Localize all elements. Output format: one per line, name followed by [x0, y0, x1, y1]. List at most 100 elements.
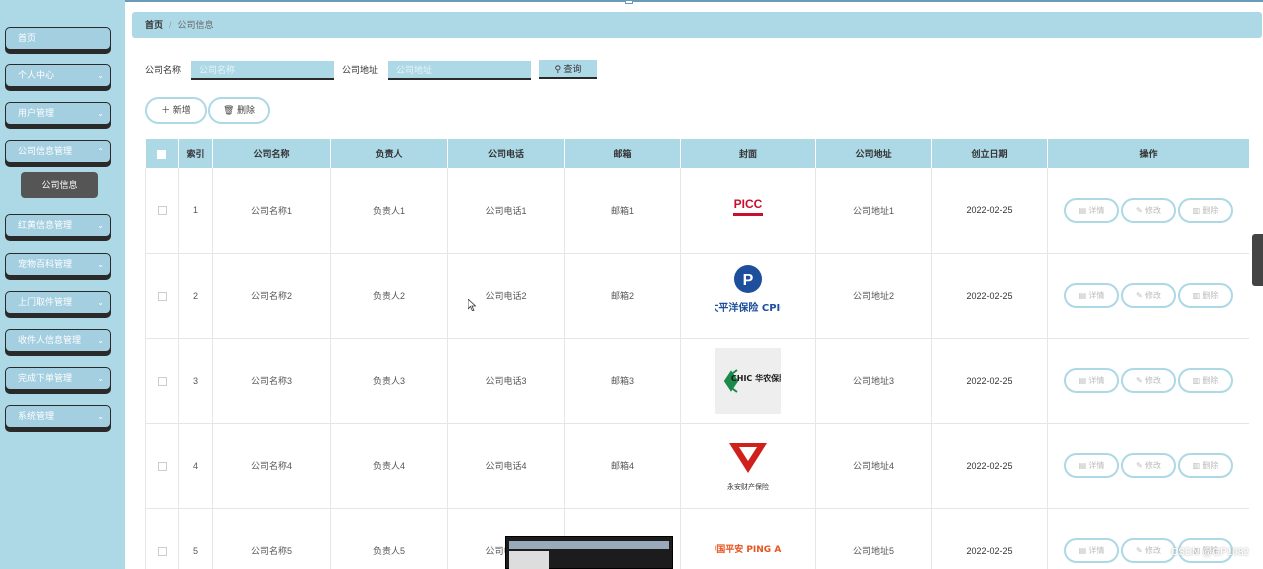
chevron-down-icon: ⌄ — [97, 71, 104, 80]
cell-cover: PICC — [680, 168, 816, 254]
sidebar-item-recipient[interactable]: 收件人信息管理 ⌄ — [5, 329, 111, 352]
detail-label: 详情 — [1088, 376, 1105, 385]
company-name-input[interactable] — [191, 61, 334, 80]
cell-phone: 公司电话3 — [447, 338, 565, 424]
cell-index: 3 — [178, 338, 213, 424]
edit-button[interactable]: ✎ 修改 — [1121, 283, 1176, 308]
cell-email: 邮箱3 — [564, 338, 681, 424]
resize-handle[interactable] — [625, 0, 633, 4]
edit-label: 修改 — [1144, 546, 1161, 555]
cell-manager: 负责人3 — [330, 338, 448, 424]
cell-manager: 负责人4 — [330, 423, 448, 509]
add-button-label: 新增 — [172, 105, 191, 115]
pencil-icon: ✎ — [1136, 205, 1143, 215]
sidebar-item-orders[interactable]: 完成下单管理 ⌄ — [5, 367, 111, 390]
cell-cover: P 太平洋保险 CPIC — [680, 253, 816, 339]
chevron-down-icon: ⌄ — [97, 109, 104, 118]
cell-cover: 中国平安 PING AN — [680, 508, 816, 569]
row-checkbox[interactable] — [157, 461, 167, 471]
cpic-logo: P 太平洋保险 CPIC — [707, 262, 788, 329]
company-address-input[interactable] — [388, 61, 531, 80]
edit-button[interactable]: ✎ 修改 — [1121, 197, 1176, 223]
table-row: 1 公司名称1 负责人1 公司电话1 邮箱1 PICC 公司地址1 2022-0… — [145, 168, 1249, 254]
sidebar-item-label: 个人中心 — [18, 70, 55, 80]
table-row: 3 公司名称3 负责人3 公司电话3 邮箱3 CHIC 华农保险 公司地址3 2… — [145, 338, 1249, 424]
cell-company-name: 公司名称2 — [212, 253, 331, 339]
sidebar-item-pickup[interactable]: 上门取件管理 ⌄ — [5, 291, 111, 314]
cell-phone: 公司电话4 — [447, 423, 565, 509]
edit-button[interactable]: ✎ 修改 — [1121, 453, 1176, 478]
cell-actions: ▤ 详情 ✎ 修改 ▥ 删除 — [1047, 338, 1249, 424]
column-header: 负责人 — [330, 139, 448, 168]
sidebar-item-label: 首页 — [18, 33, 37, 43]
pingan-logo: 中国平安 PING AN — [707, 517, 789, 569]
sidebar-item-company[interactable]: 公司信息管理 ⌃ — [5, 140, 111, 163]
row-select-cell[interactable] — [145, 168, 179, 254]
row-checkbox[interactable] — [157, 206, 167, 216]
detail-button[interactable]: ▤ 详情 — [1064, 197, 1119, 223]
table-row: 2 公司名称2 负责人2 公司电话2 邮箱2 P 太平洋保险 CPIC 公司地址2… — [145, 253, 1249, 339]
trash-icon: ▥ — [1192, 376, 1201, 385]
row-delete-button[interactable]: ▥ 删除 — [1178, 368, 1233, 393]
edit-button[interactable]: ✎ 修改 — [1121, 368, 1176, 393]
cell-actions: ▤ 详情 ✎ 修改 ▥ 删除 — [1047, 253, 1249, 339]
sidebar-item-system[interactable]: 系统管理 ⌄ — [5, 405, 111, 428]
detail-label: 详情 — [1088, 546, 1105, 555]
row-select-cell[interactable] — [145, 423, 179, 509]
cell-index: 2 — [178, 253, 213, 339]
pencil-icon: ✎ — [1136, 461, 1143, 470]
row-select-cell[interactable] — [145, 338, 179, 424]
cell-date: 2022-02-25 — [931, 168, 1048, 254]
detail-label: 详情 — [1088, 461, 1105, 470]
select-all-checkbox[interactable] — [157, 149, 167, 159]
delete-button[interactable]: 🗑 删除 — [208, 97, 270, 124]
edit-button[interactable]: ✎ 修改 — [1121, 538, 1176, 563]
edit-label: 修改 — [1144, 291, 1161, 300]
row-checkbox[interactable] — [157, 376, 167, 386]
detail-button[interactable]: ▤ 详情 — [1064, 368, 1119, 393]
add-button[interactable]: ＋ 新增 — [145, 97, 207, 124]
sidebar-item-personal[interactable]: 个人中心 ⌄ — [5, 64, 111, 87]
row-select-cell[interactable] — [145, 253, 179, 339]
detail-button[interactable]: ▤ 详情 — [1064, 453, 1119, 478]
sidebar-subitem-company-info[interactable]: 公司信息 — [21, 172, 98, 198]
query-button-label: 查询 — [563, 64, 582, 74]
sidebar-item-label: 公司信息管理 — [18, 146, 73, 156]
trash-icon: ▥ — [1192, 291, 1201, 300]
chevron-down-icon: ⌄ — [97, 412, 104, 421]
detail-button[interactable]: ▤ 详情 — [1064, 538, 1119, 563]
svg-text:P: P — [743, 272, 754, 289]
pencil-icon: ✎ — [1136, 376, 1143, 385]
top-border-line — [125, 0, 1263, 2]
sidebar-item-redyellow[interactable]: 红黄信息管理 ⌄ — [5, 214, 111, 237]
breadcrumb-home[interactable]: 首页 — [145, 20, 163, 30]
cell-date: 2022-02-25 — [931, 338, 1048, 424]
plus-icon: ＋ — [161, 105, 171, 115]
row-checkbox[interactable] — [157, 291, 167, 301]
cell-email: 邮箱1 — [564, 168, 681, 254]
company-table: 索引 公司名称 负责人 公司电话 邮箱 封面 公司地址 创立日期 操作 1 公司… — [145, 139, 1249, 569]
picc-logo-text: PICC — [734, 197, 763, 211]
detail-button[interactable]: ▤ 详情 — [1064, 283, 1119, 308]
cell-actions: ▤ 详情 ✎ 修改 ▥ 删除 — [1047, 168, 1249, 254]
row-delete-label: 删除 — [1202, 291, 1219, 300]
row-delete-button[interactable]: ▥ 删除 — [1178, 283, 1233, 308]
sidebar-item-pet-wiki[interactable]: 宠物百科管理 ⌄ — [5, 253, 111, 276]
detail-label: 详情 — [1088, 205, 1105, 215]
sidebar-item-home[interactable]: 首页 — [5, 27, 111, 50]
side-panel-toggle[interactable] — [1252, 234, 1263, 286]
row-select-cell[interactable] — [145, 508, 179, 569]
column-header: 操作 — [1047, 139, 1249, 168]
pencil-icon: ✎ — [1136, 546, 1143, 555]
chevron-up-icon: ⌃ — [97, 147, 104, 156]
query-button[interactable]: ⚲ 查询 — [539, 60, 597, 79]
sidebar-item-label: 系统管理 — [18, 411, 55, 421]
select-all-header[interactable] — [145, 139, 179, 168]
row-delete-button[interactable]: ▥ 删除 — [1178, 453, 1233, 478]
row-delete-button[interactable]: ▥ 删除 — [1178, 197, 1233, 223]
sidebar-item-users[interactable]: 用户管理 ⌄ — [5, 102, 111, 125]
row-checkbox[interactable] — [157, 546, 167, 556]
delete-button-label: 删除 — [236, 105, 255, 115]
cpic-logo-text: 太平洋保险 CPIC — [715, 301, 781, 314]
preview-thumbnail[interactable] — [505, 536, 673, 569]
